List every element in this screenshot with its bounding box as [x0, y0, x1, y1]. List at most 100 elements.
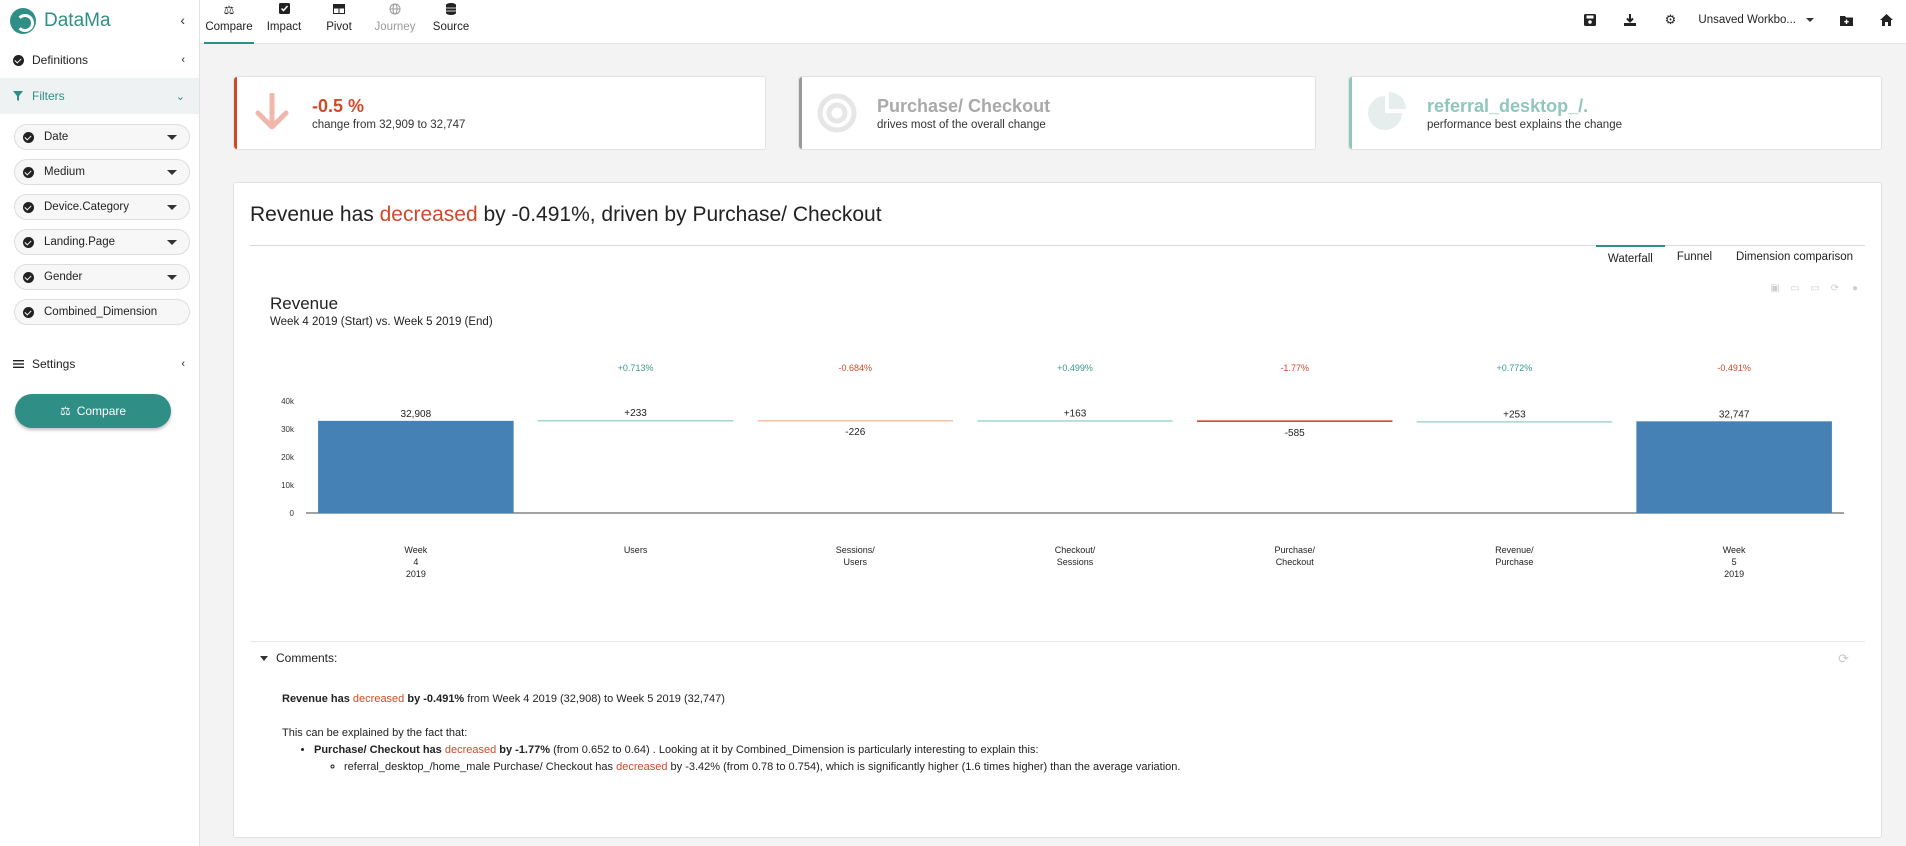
kpi-title: -0.5 % [312, 95, 365, 116]
caret-down-icon [1806, 18, 1814, 22]
caret-down-icon [167, 170, 177, 175]
sidebar-item-settings[interactable]: Settings ‹ [0, 346, 199, 382]
data-label: 32,747 [1719, 409, 1750, 420]
tab-label: Compare [205, 21, 253, 33]
analysis-panel: Revenue has decreased by -0.491%, driven… [233, 182, 1882, 838]
sidebar-item-filters[interactable]: Filters ⌄ [0, 78, 199, 114]
waterfall-bar [1416, 421, 1613, 423]
arrow-down-icon [248, 89, 296, 137]
folder-plus-icon[interactable] [1826, 15, 1866, 26]
x-tick-label: Purchase [1495, 557, 1533, 567]
kpi-subtitle: change from 32,909 to 32,747 [312, 118, 466, 131]
percent-label: +0.772% [1497, 363, 1533, 373]
comment-text: by -3.42% (from 0.78 to 0.754), which is… [667, 761, 1181, 773]
waterfall-bar [318, 420, 514, 513]
chevron-down-icon: ⌄ [175, 90, 185, 103]
caret-down-icon [260, 655, 268, 661]
comment-sub-bullet: referral_desktop_/home_male Purchase/ Ch… [344, 759, 1782, 776]
comment-text: from Week 4 2019 (32,908) to Week 5 2019… [464, 693, 725, 705]
sidebar-item-label: Settings [32, 357, 76, 371]
data-label: -585 [1285, 428, 1305, 439]
sidebar-item-label: Definitions [32, 53, 89, 67]
kpi-card-segment: referral_desktop_/. performance best exp… [1348, 76, 1882, 150]
kpi-card-driver: Purchase/ Checkout drives most of the ov… [798, 76, 1316, 150]
y-tick-label: 0 [290, 509, 295, 518]
comment-intro: This can be explained by the fact that: [282, 727, 468, 739]
check-circle-icon [23, 306, 34, 318]
filter-label: Landing.Page [44, 236, 115, 248]
x-tick-label: Week [404, 545, 427, 555]
comment-keyword: decreased [444, 744, 497, 756]
filter-combined-dimension[interactable]: Combined_Dimension [14, 299, 190, 325]
filter-label: Gender [44, 271, 83, 283]
chart-title: Revenue [270, 294, 338, 313]
sidebar-item-label: Filters [32, 89, 65, 103]
compare-button-label: Compare [76, 404, 127, 418]
x-tick-label: 2019 [406, 569, 426, 579]
tab-impact[interactable]: Impact [262, 0, 306, 44]
share-icon[interactable]: ⟳ [1838, 651, 1849, 667]
x-tick-label: Sessions/ [836, 545, 876, 555]
gear-icon[interactable]: ⚙ [1650, 12, 1690, 28]
toolbar-right: ⚙ Unsaved Workbo... [1570, 0, 1906, 40]
data-label: -226 [845, 427, 865, 438]
compare-button[interactable]: ⚖ Compare [15, 394, 171, 428]
filter-gender[interactable]: Gender [14, 264, 190, 290]
filter-landing-page[interactable]: Landing.Page [14, 229, 190, 255]
percent-label: +0.499% [1057, 363, 1093, 373]
caret-down-icon [167, 135, 177, 140]
check-circle-icon [23, 201, 34, 213]
top-navigation: ⚖ Compare Impact Pivot Journey Source ⚙ [200, 0, 1906, 44]
app-name: DataMa [44, 10, 111, 31]
waterfall-chart: Revenue Week 4 2019 (Start) vs. Week 5 20… [270, 294, 1844, 579]
collapse-sidebar-icon[interactable]: ‹ [180, 12, 185, 28]
tab-pivot[interactable]: Pivot [318, 0, 360, 44]
home-icon[interactable] [1866, 14, 1906, 26]
chevron-left-icon: ‹ [181, 54, 185, 66]
filter-label: Device.Category [44, 201, 130, 213]
y-tick-label: 40k [281, 397, 295, 406]
globe-icon [389, 3, 401, 17]
percent-label: -0.491% [1717, 363, 1751, 373]
checkbox-icon [278, 3, 290, 17]
comment-text: Revenue has [282, 693, 353, 705]
percent-label: +0.713% [618, 363, 654, 373]
x-tick-label: Checkout/ [1055, 545, 1096, 555]
data-label: 32,908 [401, 409, 432, 420]
waterfall-bar [757, 420, 954, 422]
scale-icon: ⚖ [223, 3, 235, 17]
tab-journey[interactable]: Journey [370, 0, 420, 44]
filter-label: Medium [44, 166, 85, 178]
scale-icon: ⚖ [59, 404, 71, 418]
kpi-accent [1349, 77, 1352, 149]
kpi-subtitle: performance best explains the change [1427, 118, 1622, 131]
check-circle-icon [23, 131, 34, 143]
comments-toggle[interactable]: Comments: [260, 651, 337, 665]
x-tick-label: Users [624, 545, 648, 555]
percent-label: -0.684% [839, 363, 873, 373]
save-icon[interactable] [1570, 14, 1610, 26]
table-icon [333, 3, 345, 17]
filter-device-category[interactable]: Device.Category [14, 194, 190, 220]
sidebar-item-definitions[interactable]: Definitions ‹ [0, 42, 199, 78]
comment-text: Purchase/ Checkout has [314, 744, 445, 756]
kpi-title: Purchase/ Checkout [877, 95, 1051, 116]
comments-body: Revenue has decreased by -0.491% from We… [282, 691, 1782, 776]
tab-label: Impact [266, 21, 302, 33]
workbook-selector[interactable]: Unsaved Workbo... [1698, 14, 1814, 26]
comment-summary: Revenue has decreased by -0.491% from We… [282, 691, 1782, 708]
kpi-accent [799, 77, 802, 149]
comment-text: (from 0.652 to 0.64) . Looking at it by … [550, 744, 1039, 756]
filter-label: Combined_Dimension [44, 306, 158, 318]
comment-keyword: decreased [616, 761, 668, 773]
tab-label: Journey [374, 21, 416, 33]
comment-keyword: decreased [352, 693, 405, 705]
check-circle-icon [12, 54, 24, 66]
download-icon[interactable] [1610, 14, 1650, 26]
filter-medium[interactable]: Medium [14, 159, 190, 185]
filter-date[interactable]: Date [14, 124, 190, 150]
filter-icon [12, 90, 24, 102]
tab-compare[interactable]: ⚖ Compare [204, 0, 254, 44]
comment-bullet: Purchase/ Checkout has decreased by -1.7… [314, 742, 1782, 776]
tab-source[interactable]: Source [428, 0, 474, 44]
